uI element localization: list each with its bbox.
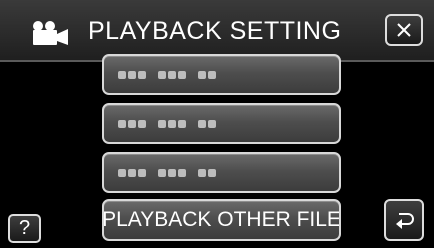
- close-icon: [397, 23, 411, 37]
- header-bar: PLAYBACK SETTING: [0, 0, 434, 62]
- playback-other-file-button[interactable]: PLAYBACK OTHER FILE: [102, 199, 341, 241]
- return-arrow-icon: [396, 213, 414, 229]
- close-button[interactable]: [385, 14, 423, 46]
- movie-camera-icon: [33, 21, 68, 45]
- back-button[interactable]: [384, 199, 424, 241]
- page-title: PLAYBACK SETTING: [88, 17, 342, 45]
- menu-item-2[interactable]: [102, 103, 341, 144]
- playback-other-file-label: PLAYBACK OTHER FILE: [102, 208, 341, 231]
- menu-item-1[interactable]: [102, 54, 341, 95]
- menu-item-3[interactable]: [102, 152, 341, 193]
- help-button[interactable]: ?: [8, 214, 41, 243]
